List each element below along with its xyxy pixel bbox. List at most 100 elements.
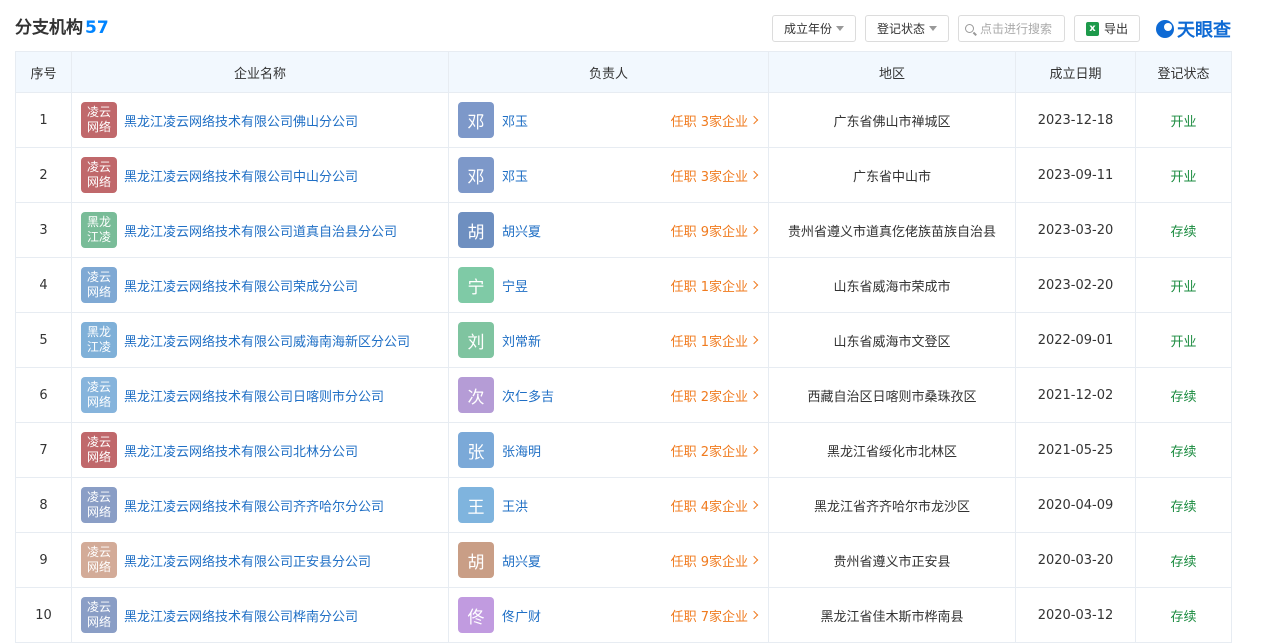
company-name-link[interactable]: 黑龙江凌云网络技术有限公司荣成分公司 bbox=[124, 276, 358, 295]
company-name-link[interactable]: 黑龙江凌云网络技术有限公司佛山分公司 bbox=[124, 111, 358, 130]
person-jobs-link[interactable]: 任职 9家企业 bbox=[671, 221, 759, 240]
avatar-initial: 宁 bbox=[467, 277, 485, 298]
company-logo[interactable]: 凌云网络 bbox=[81, 377, 117, 413]
company-name-link[interactable]: 黑龙江凌云网络技术有限公司中山分公司 bbox=[124, 166, 358, 185]
status-filter-dropdown[interactable]: 登记状态 bbox=[864, 15, 949, 42]
export-label: 导出 bbox=[1103, 22, 1128, 36]
avatar-initial: 胡 bbox=[467, 222, 485, 243]
chevron-right-icon bbox=[749, 225, 759, 235]
company-logo-text: 凌云网络 bbox=[86, 545, 111, 574]
company-name-link[interactable]: 黑龙江凌云网络技术有限公司日喀则市分公司 bbox=[124, 386, 384, 405]
company-logo-text: 凌云网络 bbox=[86, 105, 111, 134]
company-logo[interactable]: 凌云网络 bbox=[81, 487, 117, 523]
company-logo[interactable]: 凌云网络 bbox=[81, 102, 117, 138]
avatar-initial: 刘 bbox=[467, 332, 485, 353]
company-logo[interactable]: 黑龙江凌 bbox=[81, 212, 117, 248]
page-title: 分支机构 57 bbox=[15, 13, 109, 38]
person-name-link[interactable]: 王洪 bbox=[502, 496, 528, 515]
person-cell: 次次仁多吉 任职 2家企业 bbox=[448, 367, 769, 423]
company-logo-text: 凌云网络 bbox=[86, 435, 111, 464]
person-avatar[interactable]: 邓 bbox=[458, 102, 494, 138]
region-cell: 山东省威海市文登区 bbox=[768, 312, 1016, 368]
person-name-link[interactable]: 佟广财 bbox=[502, 606, 541, 625]
person-jobs-text: 任职 4家企业 bbox=[670, 499, 748, 515]
row-index: 3 bbox=[15, 202, 72, 258]
person-cell: 佟佟广财 任职 7家企业 bbox=[448, 587, 769, 643]
person-avatar[interactable]: 胡 bbox=[458, 212, 494, 248]
region-cell: 贵州省遵义市正安县 bbox=[768, 532, 1016, 588]
person-jobs-link[interactable]: 任职 2家企业 bbox=[670, 441, 759, 460]
status-cell: 开业 bbox=[1135, 92, 1232, 148]
person-avatar[interactable]: 胡 bbox=[458, 542, 494, 578]
person-avatar[interactable]: 王 bbox=[458, 487, 494, 523]
excel-icon: x bbox=[1085, 21, 1099, 36]
company-name-link[interactable]: 黑龙江凌云网络技术有限公司桦南分公司 bbox=[124, 606, 358, 625]
person-jobs-link[interactable]: 任职 7家企业 bbox=[671, 606, 759, 625]
person-jobs-link[interactable]: 任职 1家企业 bbox=[671, 276, 759, 295]
company-logo[interactable]: 黑龙江凌 bbox=[81, 322, 117, 358]
company-logo[interactable]: 凌云网络 bbox=[81, 267, 117, 303]
person-cell: 胡胡兴夏 任职 9家企业 bbox=[448, 202, 769, 258]
person-avatar[interactable]: 邓 bbox=[458, 157, 494, 193]
company-name-link[interactable]: 黑龙江凌云网络技术有限公司正安县分公司 bbox=[124, 551, 371, 570]
avatar-initial: 张 bbox=[467, 442, 485, 463]
table-row: 1 凌云网络 黑龙江凌云网络技术有限公司佛山分公司 邓邓玉 任职 3家企业 广东省佛山市禅… bbox=[15, 92, 1232, 148]
person-jobs-link[interactable]: 任职 1家企业 bbox=[671, 331, 759, 350]
search-input[interactable]: 点击进行搜索 bbox=[957, 15, 1065, 42]
person-avatar[interactable]: 佟 bbox=[458, 597, 494, 633]
year-filter-dropdown[interactable]: 成立年份 bbox=[771, 15, 856, 42]
company-cell: 凌云网络 黑龙江凌云网络技术有限公司北林分公司 bbox=[71, 422, 449, 478]
company-name-link[interactable]: 黑龙江凌云网络技术有限公司道真自治县分公司 bbox=[124, 221, 397, 240]
person-jobs-link[interactable]: 任职 9家企业 bbox=[671, 551, 759, 570]
person-name-link[interactable]: 宁昱 bbox=[502, 276, 528, 295]
company-name-link[interactable]: 黑龙江凌云网络技术有限公司齐齐哈尔分公司 bbox=[124, 496, 384, 515]
person-avatar[interactable]: 宁 bbox=[458, 267, 494, 303]
export-button[interactable]: x 导出 bbox=[1073, 15, 1140, 42]
person-avatar[interactable]: 次 bbox=[458, 377, 494, 413]
company-name-link[interactable]: 黑龙江凌云网络技术有限公司威海南海新区分公司 bbox=[124, 331, 410, 350]
company-logo[interactable]: 凌云网络 bbox=[81, 542, 117, 578]
person-name-link[interactable]: 刘常新 bbox=[502, 331, 541, 350]
person-jobs-link[interactable]: 任职 3家企业 bbox=[671, 166, 759, 185]
table-row: 4 凌云网络 黑龙江凌云网络技术有限公司荣成分公司宁宁昱 任职 1家企业 山东省威海市荣… bbox=[15, 257, 1232, 313]
person-avatar[interactable]: 刘 bbox=[458, 322, 494, 358]
person-jobs-text: 任职 2家企业 bbox=[670, 444, 748, 460]
company-logo-text: 黑龙江凌 bbox=[86, 215, 111, 244]
chevron-right-icon bbox=[749, 390, 759, 400]
company-logo-text: 凌云网络 bbox=[86, 380, 111, 409]
person-name-link[interactable]: 邓玉 bbox=[502, 166, 528, 185]
person-name-link[interactable]: 邓玉 bbox=[502, 111, 528, 130]
company-cell: 凌云网络 黑龙江凌云网络技术有限公司荣成分公司 bbox=[71, 257, 449, 313]
person-jobs-link[interactable]: 任职 2家企业 bbox=[671, 386, 759, 405]
row-index: 6 bbox=[15, 367, 72, 423]
person-name-link[interactable]: 胡兴夏 bbox=[502, 551, 541, 570]
caret-down-icon bbox=[835, 26, 844, 31]
chevron-right-icon bbox=[749, 500, 759, 510]
date-cell: 2020-03-12 bbox=[1015, 587, 1136, 643]
company-name-link[interactable]: 黑龙江凌云网络技术有限公司北林分公司 bbox=[124, 441, 358, 460]
table-row: 8 凌云网络 黑龙江凌云网络技术有限公司齐齐哈尔分公司王王洪 任职 4家企业 黑龙江省齐… bbox=[15, 477, 1232, 533]
company-logo[interactable]: 凌云网络 bbox=[81, 157, 117, 193]
company-logo[interactable]: 凌云网络 bbox=[81, 432, 117, 468]
brand-eye-icon bbox=[1156, 19, 1174, 38]
company-logo-text: 凌云网络 bbox=[86, 490, 111, 519]
region-cell: 广东省佛山市禅城区 bbox=[768, 92, 1016, 148]
person-name-link[interactable]: 胡兴夏 bbox=[502, 221, 541, 240]
person-avatar[interactable]: 张 bbox=[458, 432, 494, 468]
status-cell: 存续 bbox=[1135, 587, 1232, 643]
person-jobs-link[interactable]: 任职 3家企业 bbox=[671, 111, 759, 130]
row-index: 7 bbox=[15, 422, 72, 478]
company-cell: 凌云网络 黑龙江凌云网络技术有限公司日喀则市分公司 bbox=[71, 367, 449, 423]
person-name-link[interactable]: 次仁多吉 bbox=[502, 386, 554, 405]
company-logo[interactable]: 凌云网络 bbox=[81, 597, 117, 633]
person-name-link[interactable]: 张海明 bbox=[502, 441, 541, 460]
status-cell: 存续 bbox=[1135, 532, 1232, 588]
region-cell: 黑龙江省绥化市北林区 bbox=[768, 422, 1016, 478]
person-jobs-link[interactable]: 任职 4家企业 bbox=[670, 496, 759, 515]
row-index: 1 bbox=[15, 92, 72, 148]
person-cell: 刘刘常新 任职 1家企业 bbox=[448, 312, 769, 368]
table-header-row: 序号 企业名称 负责人 地区 成立日期 登记状态 bbox=[15, 51, 1232, 93]
brand-name: 天眼查 bbox=[1177, 19, 1231, 41]
chevron-right-icon bbox=[749, 335, 759, 345]
date-cell: 2020-03-20 bbox=[1015, 532, 1136, 588]
